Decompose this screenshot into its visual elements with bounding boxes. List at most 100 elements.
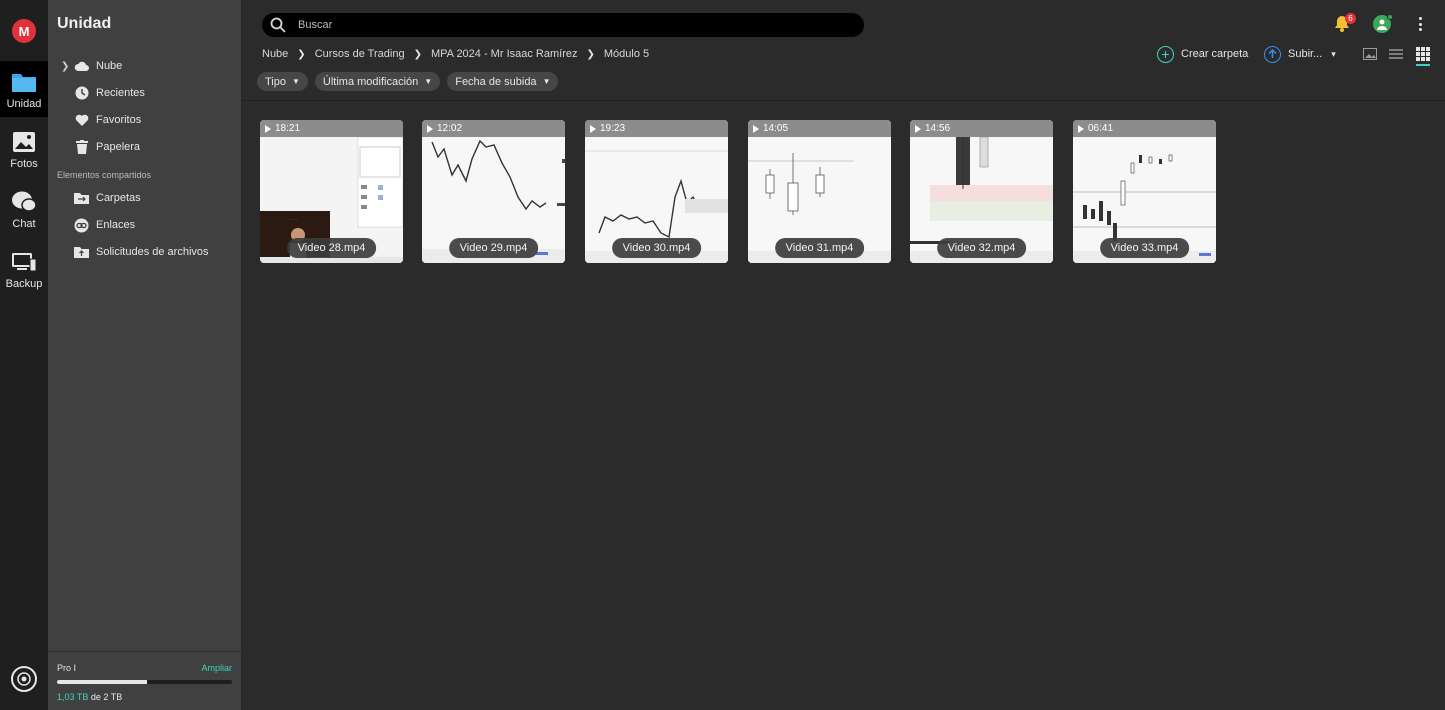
filter-bar: Tipo ▼ Última modificación ▼ Fecha de subi… [257, 72, 559, 91]
clock-icon [74, 86, 89, 101]
file-name: Video 33.mp4 [1099, 238, 1190, 258]
filter-label: Fecha de subida [455, 75, 537, 88]
chevron-right-icon[interactable]: ❯ [61, 61, 69, 72]
nav-item-papelera[interactable]: Papelera [48, 135, 241, 159]
search-bar[interactable] [262, 13, 864, 37]
nav-label: Favoritos [96, 114, 142, 126]
storage-used: 1,03 TB [57, 692, 89, 702]
create-folder-button[interactable]: + Crear carpeta [1157, 45, 1248, 63]
video-duration: 19:23 [600, 123, 626, 134]
chevron-right-icon: ❯ [297, 48, 306, 60]
search-input[interactable] [298, 13, 848, 37]
nav-item-nube[interactable]: ❯ Nube [48, 54, 241, 78]
rail-item-fotos[interactable]: Fotos [0, 121, 48, 177]
chevron-down-icon: ▾ [1331, 48, 1336, 59]
breadcrumb-item[interactable]: Módulo 5 [604, 48, 649, 60]
breadcrumb-item[interactable]: Cursos de Trading [315, 48, 405, 60]
file-card[interactable]: 18:21 · · · · Video 28.mp4 [260, 120, 403, 263]
breadcrumb: Nube ❯ Cursos de Trading ❯ MPA 2024 - Mr… [262, 47, 649, 61]
mega-logo[interactable]: M [12, 19, 36, 43]
play-icon [265, 124, 271, 133]
upload-button[interactable]: Subir... ▾ [1264, 45, 1336, 63]
filter-type[interactable]: Tipo ▼ [257, 72, 308, 91]
transfer-manager-icon[interactable] [11, 666, 37, 692]
file-name: Video 30.mp4 [611, 238, 702, 258]
file-request-icon [74, 245, 89, 260]
breadcrumb-item[interactable]: MPA 2024 - Mr Isaac Ramírez [431, 48, 578, 60]
file-name: Video 32.mp4 [936, 238, 1027, 258]
duration-bar: 19:23 [585, 120, 728, 137]
list-view-icon[interactable] [1389, 47, 1403, 61]
file-name: Video 29.mp4 [448, 238, 539, 258]
play-icon [1078, 124, 1084, 133]
storage-total: de 2 TB [90, 692, 123, 702]
rail-item-chat[interactable]: Chat [0, 181, 48, 237]
heart-icon [74, 113, 89, 128]
storage-usage: 1,03 TB de 2 TB [57, 692, 122, 702]
video-duration: 12:02 [437, 123, 463, 134]
file-card[interactable]: 12:02 Video 29.mp4 [422, 120, 565, 263]
online-status-dot [1387, 14, 1393, 20]
file-name: Video 28.mp4 [286, 238, 377, 258]
duration-bar: 18:21 [260, 120, 403, 137]
video-duration: 14:05 [763, 123, 789, 134]
shared-section-label: Elementos compartidos [57, 170, 152, 180]
more-options-icon[interactable] [1415, 15, 1425, 33]
backup-icon [11, 250, 37, 274]
rail-item-unidad[interactable]: Unidad [0, 61, 48, 117]
rail-label: Chat [12, 218, 36, 230]
plus-circle-icon: + [1157, 45, 1174, 63]
rail-label: Backup [5, 278, 43, 290]
storage-bar-fill [57, 680, 148, 684]
chevron-down-icon: ▼ [542, 77, 551, 86]
notification-badge: 6 [1345, 13, 1356, 24]
nav-label: Carpetas [96, 192, 141, 204]
file-card[interactable]: 19:23 Video 30.mp4 [585, 120, 728, 263]
filter-label: Última modificación [322, 75, 419, 88]
file-name: Video 31.mp4 [774, 238, 865, 258]
nav-item-solicitudes[interactable]: Solicitudes de archivos [48, 240, 241, 264]
chevron-down-icon: ▼ [424, 77, 433, 86]
storage-bar [57, 680, 232, 684]
file-card[interactable]: 14:56 Video 32.mp4 [910, 120, 1053, 263]
nav-label: Solicitudes de archivos [96, 246, 209, 258]
chevron-right-icon: ❯ [413, 48, 422, 60]
create-folder-label: Crear carpeta [1181, 48, 1249, 60]
chevron-down-icon: ▼ [292, 77, 300, 86]
filter-upload-date[interactable]: Fecha de subida ▼ [447, 72, 559, 91]
thumbnail-view-icon[interactable] [1363, 47, 1377, 61]
shared-folder-icon [74, 191, 89, 206]
play-icon [590, 124, 596, 133]
grid-view-icon[interactable] [1416, 47, 1430, 66]
nav-label: Papelera [96, 141, 141, 153]
search-icon [270, 17, 286, 38]
panel-title: Unidad [57, 15, 112, 32]
nav-item-carpetas[interactable]: Carpetas [48, 186, 241, 210]
duration-bar: 14:05 [748, 120, 891, 137]
file-card[interactable]: 14:05 Video 31.mp4 [748, 120, 891, 263]
duration-bar: 12:02 [422, 120, 565, 137]
upgrade-link[interactable]: Ampliar [201, 663, 232, 673]
filter-last-modified[interactable]: Última modificación ▼ [314, 72, 441, 91]
divider [241, 100, 1445, 101]
nav-label: Nube [96, 60, 123, 72]
nav-item-favoritos[interactable]: Favoritos [48, 108, 241, 132]
svg-text:· · · ·: · · · · [288, 217, 297, 222]
nav-label: Recientes [96, 87, 145, 99]
rail-label: Unidad [6, 98, 42, 110]
duration-bar: 14:56 [910, 120, 1053, 137]
rail-label: Fotos [10, 158, 38, 170]
chat-icon [11, 190, 37, 214]
nav-item-enlaces[interactable]: Enlaces [48, 213, 241, 237]
play-icon [915, 124, 921, 133]
main-content: 6 Nube ❯ Cursos de Trading ❯ MPA 2024 - … [241, 0, 1445, 710]
trash-icon [74, 140, 89, 155]
nav-item-recientes[interactable]: Recientes [48, 81, 241, 105]
rail-item-backup[interactable]: Backup [0, 241, 48, 297]
file-card[interactable]: 06:41 Video 33.mp4 [1073, 120, 1216, 263]
photos-icon [11, 130, 37, 154]
play-icon [427, 124, 433, 133]
breadcrumb-item[interactable]: Nube [262, 48, 288, 60]
video-duration: 14:56 [925, 123, 951, 134]
plan-name: Pro I [57, 663, 77, 673]
